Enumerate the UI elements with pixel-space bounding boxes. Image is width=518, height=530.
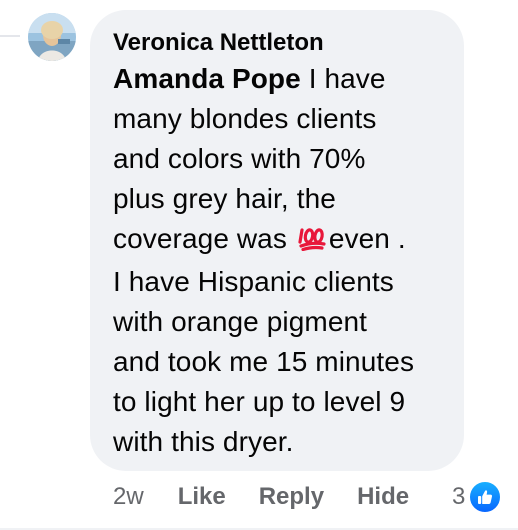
comment-text-segment: even . [328,223,406,254]
comment-text: Amanda Pope I have many blondes clients … [113,59,442,462]
comment-line-1: Amanda Pope I have [113,59,442,99]
like-reaction-icon [468,480,503,514]
comment-line-3: and colors with 70% [113,143,366,174]
comment-line-9: to light her up to level 9 [113,386,406,417]
reaction-summary[interactable]: 3 [452,480,503,514]
comment-timestamp[interactable]: 2w [113,483,144,511]
thumbs-up-icon [478,490,493,504]
comment-line-10: with this dryer. [113,426,294,457]
hundred-points-emoji-icon [297,221,327,262]
comment-text-segment: coverage was [113,223,295,254]
comment-line-6: I have Hispanic clients [113,266,394,297]
comment-line-4: plus grey hair, the [113,183,336,214]
comment-page: Veronica Nettleton Amanda Pope I have ma… [0,0,518,530]
comment-actions: 2w Like Reply Hide [113,480,409,514]
mention-link[interactable]: Amanda Pope [113,63,301,94]
comment-text-segment: I have [300,63,386,94]
comment-bubble: Veronica Nettleton Amanda Pope I have ma… [90,10,464,471]
comment-line-5: coverage was even . [113,219,442,262]
comment-line-7: with orange pigment [113,306,368,337]
reply-button[interactable]: Reply [259,483,324,511]
like-button[interactable]: Like [178,483,226,511]
comment-author-name[interactable]: Veronica Nettleton [113,28,442,58]
comment-line-2: many blondes clients [113,103,377,134]
reaction-count: 3 [452,483,466,510]
avatar[interactable] [28,13,76,61]
comment-line-8: and took me 15 minutes [113,346,415,377]
avatar-photo-icon [28,13,76,61]
thread-connector-line [0,35,20,37]
hide-button[interactable]: Hide [357,483,409,511]
